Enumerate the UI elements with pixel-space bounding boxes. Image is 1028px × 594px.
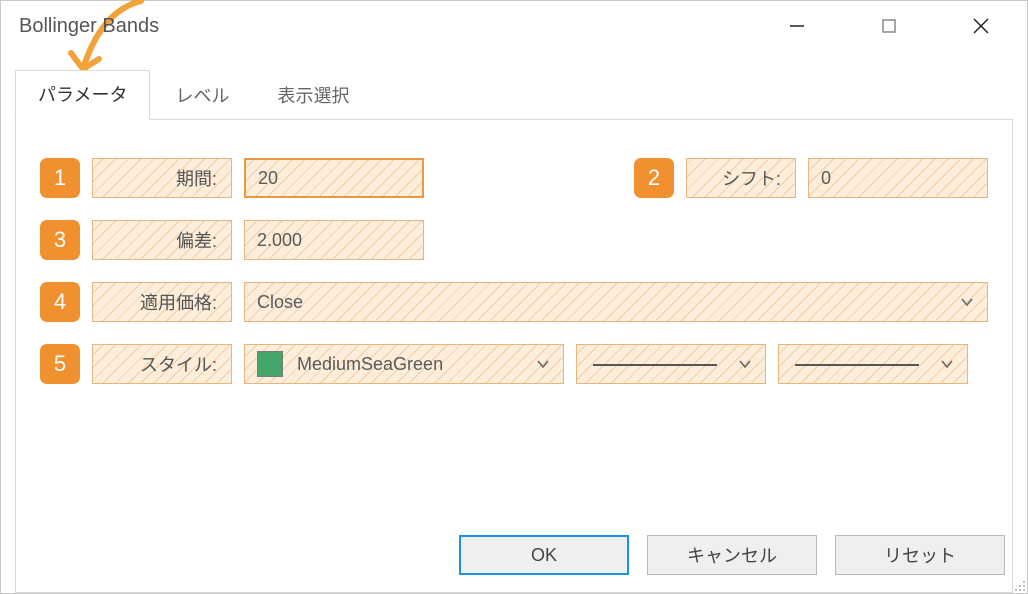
select-line-width[interactable] [778, 344, 968, 384]
ok-button-label: OK [531, 545, 557, 566]
dialog-buttons: OK キャンセル リセット [459, 535, 1005, 575]
color-swatch [257, 351, 283, 377]
line-style-sample [593, 364, 717, 366]
input-deviation[interactable]: 2.000 [244, 220, 424, 260]
window-controls [751, 1, 1027, 51]
tab-panel-parameters: 1 期間: 20 2 シフト: 0 3 偏差: 2.000 [15, 120, 1013, 593]
cancel-button[interactable]: キャンセル [647, 535, 817, 575]
select-line-style[interactable] [576, 344, 766, 384]
label-deviation: 偏差: [92, 220, 232, 260]
select-apply-price-value: Close [257, 292, 303, 313]
select-color-value: MediumSeaGreen [297, 354, 443, 375]
input-shift-value: 0 [821, 168, 831, 189]
tab-strip: パラメータ レベル 表示選択 [15, 69, 1013, 120]
row-period-shift: 1 期間: 20 2 シフト: 0 [40, 158, 988, 198]
row-deviation: 3 偏差: 2.000 [40, 220, 988, 260]
line-width-sample [795, 364, 919, 366]
chevron-down-icon [737, 356, 753, 372]
tab-area: パラメータ レベル 表示選択 1 期間: 20 2 シフト: 0 [1, 51, 1027, 593]
ok-button[interactable]: OK [459, 535, 629, 575]
row-style: 5 スタイル: MediumSeaGreen [40, 344, 988, 384]
minimize-icon [788, 17, 806, 35]
minimize-button[interactable] [751, 1, 843, 51]
cancel-button-label: キャンセル [687, 542, 777, 568]
badge-1: 1 [40, 158, 80, 198]
label-shift: シフト: [686, 158, 796, 198]
dialog-window: Bollinger Bands パラメータ レ [0, 0, 1028, 594]
reset-button[interactable]: リセット [835, 535, 1005, 575]
label-apply-price: 適用価格: [92, 282, 232, 322]
resize-grip[interactable] [1012, 578, 1026, 592]
spacer [436, 158, 622, 198]
tab-label: レベル [175, 86, 229, 106]
tab-visualization[interactable]: 表示選択 [254, 71, 372, 120]
row-apply-price: 4 適用価格: Close [40, 282, 988, 322]
label-style: スタイル: [92, 344, 232, 384]
titlebar: Bollinger Bands [1, 1, 1027, 51]
badge-3: 3 [40, 220, 80, 260]
close-button[interactable] [935, 1, 1027, 51]
badge-4: 4 [40, 282, 80, 322]
select-color[interactable]: MediumSeaGreen [244, 344, 564, 384]
badge-5: 5 [40, 344, 80, 384]
close-icon [972, 17, 990, 35]
input-shift[interactable]: 0 [808, 158, 988, 198]
chevron-down-icon [535, 356, 551, 372]
maximize-button[interactable] [843, 1, 935, 51]
select-apply-price[interactable]: Close [244, 282, 988, 322]
label-period: 期間: [92, 158, 232, 198]
tab-parameters[interactable]: パラメータ [15, 70, 150, 120]
maximize-icon [881, 18, 897, 34]
input-deviation-value: 2.000 [257, 230, 302, 251]
input-period[interactable]: 20 [244, 158, 424, 198]
window-title: Bollinger Bands [19, 15, 159, 38]
tab-label: パラメータ [38, 85, 127, 105]
chevron-down-icon [939, 356, 955, 372]
badge-2: 2 [634, 158, 674, 198]
input-period-value: 20 [258, 168, 278, 189]
tab-label: 表示選択 [277, 86, 349, 106]
tab-levels[interactable]: レベル [152, 71, 252, 120]
chevron-down-icon [959, 294, 975, 310]
reset-button-label: リセット [884, 542, 956, 568]
